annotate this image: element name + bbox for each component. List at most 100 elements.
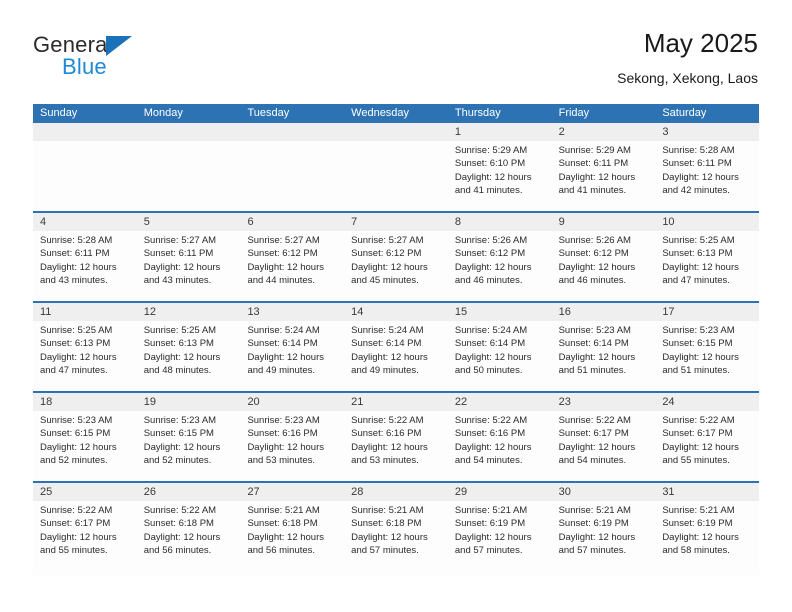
sunrise-text: Sunrise: 5:25 AM <box>662 235 735 246</box>
daylight-text-line1: Daylight: 12 hours <box>558 351 636 363</box>
sunrise-text: Sunrise: 5:22 AM <box>662 415 735 426</box>
sunrise-text: Sunrise: 5:23 AM <box>662 325 735 336</box>
sunrise-text: Sunrise: 5:23 AM <box>247 415 320 426</box>
day-details <box>240 141 344 144</box>
sunset-text: Sunset: 6:12 PM <box>454 248 526 260</box>
sunset-text: Sunset: 6:15 PM <box>40 428 111 440</box>
day-cell[interactable]: 24 Sunrise: 5:22 AM Sunset: 6:17 PM Dayl… <box>655 393 760 481</box>
day-number: 27 <box>240 483 345 501</box>
day-cell[interactable]: 6 Sunrise: 5:27 AM Sunset: 6:12 PM Dayli… <box>240 213 345 301</box>
brand-logo[interactable]: General Blue <box>33 33 213 81</box>
day-cell[interactable]: 25 Sunrise: 5:22 AM Sunset: 6:17 PM Dayl… <box>33 483 137 575</box>
day-number: 5 <box>136 213 241 231</box>
day-details: Sunrise: 5:22 AM Sunset: 6:16 PM Dayligh… <box>344 411 448 468</box>
day-cell[interactable]: 31 Sunrise: 5:21 AM Sunset: 6:19 PM Dayl… <box>655 483 760 575</box>
day-cell[interactable]: 28 Sunrise: 5:21 AM Sunset: 6:18 PM Dayl… <box>344 483 448 575</box>
day-number: 7 <box>344 213 448 231</box>
day-cell[interactable] <box>136 123 241 211</box>
day-cell[interactable]: 5 Sunrise: 5:27 AM Sunset: 6:11 PM Dayli… <box>136 213 241 301</box>
day-number: 10 <box>655 213 760 231</box>
sunset-text: Sunset: 6:11 PM <box>662 158 732 170</box>
daylight-text-line1: Daylight: 12 hours <box>558 171 636 183</box>
daylight-text-line2: and 49 minutes. <box>247 365 316 377</box>
page-title: May 2025 <box>643 28 758 58</box>
day-cell[interactable]: 22 Sunrise: 5:22 AM Sunset: 6:16 PM Dayl… <box>447 393 552 481</box>
sunset-text: Sunset: 6:17 PM <box>662 428 733 440</box>
day-cell[interactable]: 18 Sunrise: 5:23 AM Sunset: 6:15 PM Dayl… <box>33 393 137 481</box>
daylight-text-line1: Daylight: 12 hours <box>662 171 739 183</box>
daylight-text-line2: and 52 minutes. <box>143 455 212 467</box>
day-number: 17 <box>655 303 760 321</box>
day-number <box>344 123 448 141</box>
day-cell[interactable] <box>240 123 345 211</box>
sunrise-text: Sunrise: 5:27 AM <box>143 235 217 246</box>
daylight-text-line2: and 46 minutes. <box>454 275 523 287</box>
day-cell[interactable]: 27 Sunrise: 5:21 AM Sunset: 6:18 PM Dayl… <box>240 483 345 575</box>
day-cell[interactable]: 11 Sunrise: 5:25 AM Sunset: 6:13 PM Dayl… <box>33 303 137 391</box>
daylight-text-line1: Daylight: 12 hours <box>558 531 636 543</box>
daylight-text-line2: and 47 minutes. <box>662 275 730 287</box>
sunrise-text: Sunrise: 5:26 AM <box>454 235 528 246</box>
day-cell[interactable] <box>344 123 448 211</box>
daylight-text-line2: and 54 minutes. <box>558 455 627 467</box>
day-cell[interactable]: 12 Sunrise: 5:25 AM Sunset: 6:13 PM Dayl… <box>136 303 241 391</box>
day-cell[interactable]: 3 Sunrise: 5:28 AM Sunset: 6:11 PM Dayli… <box>655 123 760 211</box>
sunrise-text: Sunrise: 5:21 AM <box>454 505 528 516</box>
day-cell[interactable]: 30 Sunrise: 5:21 AM Sunset: 6:19 PM Dayl… <box>551 483 656 575</box>
day-cell[interactable]: 16 Sunrise: 5:23 AM Sunset: 6:14 PM Dayl… <box>551 303 656 391</box>
day-cell[interactable]: 8 Sunrise: 5:26 AM Sunset: 6:12 PM Dayli… <box>447 213 552 301</box>
day-details <box>137 141 241 144</box>
sunset-text: Sunset: 6:15 PM <box>143 428 214 440</box>
day-number: 16 <box>551 303 656 321</box>
day-cell[interactable]: 7 Sunrise: 5:27 AM Sunset: 6:12 PM Dayli… <box>344 213 448 301</box>
day-cell[interactable]: 26 Sunrise: 5:22 AM Sunset: 6:18 PM Dayl… <box>136 483 241 575</box>
daylight-text-line1: Daylight: 12 hours <box>351 261 428 273</box>
day-details <box>33 141 137 144</box>
daylight-text-line2: and 57 minutes. <box>558 545 627 557</box>
day-cell[interactable]: 17 Sunrise: 5:23 AM Sunset: 6:15 PM Dayl… <box>655 303 760 391</box>
day-number <box>33 123 137 141</box>
day-cell[interactable]: 15 Sunrise: 5:24 AM Sunset: 6:14 PM Dayl… <box>447 303 552 391</box>
sunrise-text: Sunrise: 5:28 AM <box>662 145 735 156</box>
day-cell[interactable]: 1 Sunrise: 5:29 AM Sunset: 6:10 PM Dayli… <box>447 123 552 211</box>
day-number <box>240 123 345 141</box>
day-cell[interactable]: 10 Sunrise: 5:25 AM Sunset: 6:13 PM Dayl… <box>655 213 760 301</box>
sunrise-text: Sunrise: 5:24 AM <box>351 325 424 336</box>
daylight-text-line2: and 58 minutes. <box>662 545 730 557</box>
day-cell[interactable]: 20 Sunrise: 5:23 AM Sunset: 6:16 PM Dayl… <box>240 393 345 481</box>
day-number: 15 <box>447 303 552 321</box>
day-number: 11 <box>33 303 137 321</box>
day-cell[interactable]: 29 Sunrise: 5:21 AM Sunset: 6:19 PM Dayl… <box>447 483 552 575</box>
day-details: Sunrise: 5:24 AM Sunset: 6:14 PM Dayligh… <box>240 321 344 378</box>
daylight-text-line1: Daylight: 12 hours <box>40 531 117 543</box>
sunset-text: Sunset: 6:18 PM <box>247 518 318 530</box>
day-details: Sunrise: 5:22 AM Sunset: 6:16 PM Dayligh… <box>448 411 552 468</box>
calendar-page: General Blue May 2025 Sekong, Xekong, La… <box>0 0 792 612</box>
calendar-grid: Sunday Monday Tuesday Wednesday Thursday… <box>33 104 760 575</box>
day-details: Sunrise: 5:21 AM Sunset: 6:19 PM Dayligh… <box>655 501 759 558</box>
day-cell[interactable]: 9 Sunrise: 5:26 AM Sunset: 6:12 PM Dayli… <box>551 213 656 301</box>
daylight-text-line1: Daylight: 12 hours <box>40 261 117 273</box>
daylight-text-line2: and 46 minutes. <box>558 275 627 287</box>
day-number: 22 <box>447 393 552 411</box>
day-cell[interactable] <box>33 123 137 211</box>
day-number: 1 <box>447 123 552 141</box>
sunset-text: Sunset: 6:11 PM <box>40 248 110 260</box>
day-details <box>344 141 448 144</box>
day-cell[interactable]: 19 Sunrise: 5:23 AM Sunset: 6:15 PM Dayl… <box>136 393 241 481</box>
day-cell[interactable]: 2 Sunrise: 5:29 AM Sunset: 6:11 PM Dayli… <box>551 123 656 211</box>
daylight-text-line2: and 42 minutes. <box>662 185 730 197</box>
day-cell[interactable]: 21 Sunrise: 5:22 AM Sunset: 6:16 PM Dayl… <box>344 393 448 481</box>
sunrise-text: Sunrise: 5:29 AM <box>558 145 631 156</box>
day-cell[interactable]: 14 Sunrise: 5:24 AM Sunset: 6:14 PM Dayl… <box>344 303 448 391</box>
day-number: 6 <box>240 213 345 231</box>
day-details: Sunrise: 5:26 AM Sunset: 6:12 PM Dayligh… <box>448 231 552 288</box>
daylight-text-line2: and 48 minutes. <box>143 365 212 377</box>
day-cell[interactable]: 13 Sunrise: 5:24 AM Sunset: 6:14 PM Dayl… <box>240 303 345 391</box>
daylight-text-line2: and 51 minutes. <box>662 365 730 377</box>
daylight-text-line1: Daylight: 12 hours <box>558 441 636 453</box>
calendar-week-row: 11 Sunrise: 5:25 AM Sunset: 6:13 PM Dayl… <box>33 303 760 393</box>
day-cell[interactable]: 23 Sunrise: 5:22 AM Sunset: 6:17 PM Dayl… <box>551 393 656 481</box>
sunset-text: Sunset: 6:13 PM <box>143 338 214 350</box>
day-cell[interactable]: 4 Sunrise: 5:28 AM Sunset: 6:11 PM Dayli… <box>33 213 137 301</box>
